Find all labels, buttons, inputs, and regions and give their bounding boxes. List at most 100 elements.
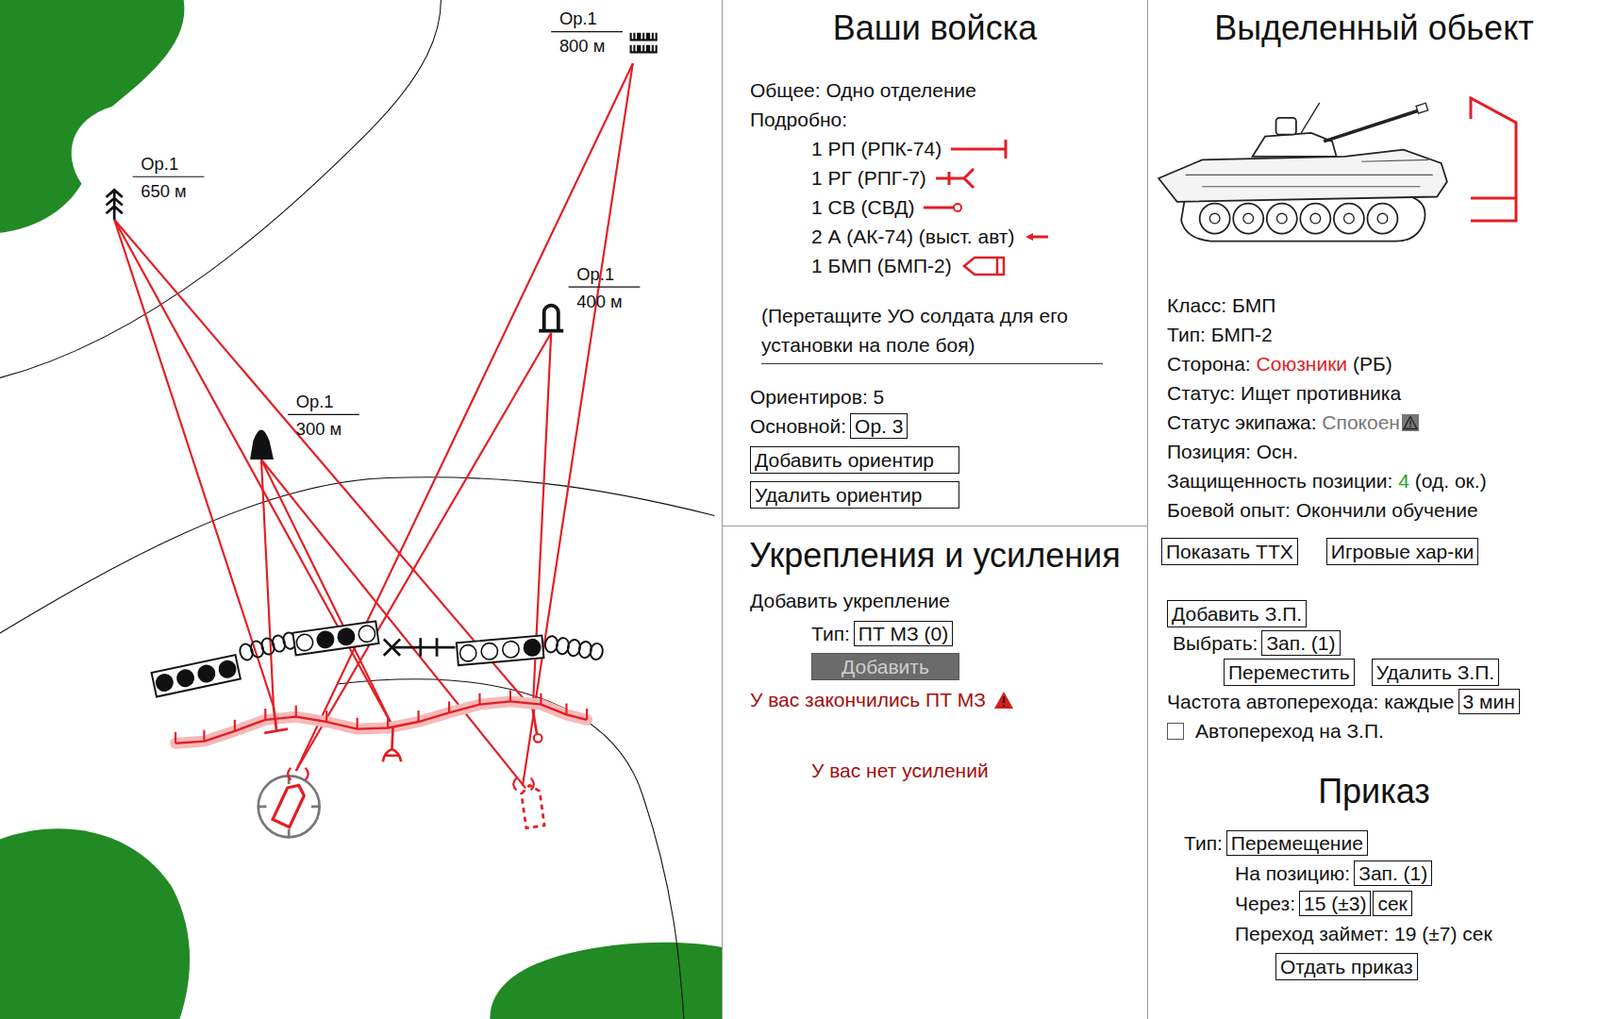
- battle-map[interactable]: Ор.1800 мОр.1650 мОр.1400 мОр.1300 м: [0, 0, 723, 1019]
- sight-line: [114, 219, 274, 707]
- landmark[interactable]: Ор.1400 м: [538, 264, 640, 332]
- info-row: Сторона:Союзники(РБ): [1166, 349, 1600, 379]
- landmark-label: Ор.1: [559, 8, 598, 29]
- fortification[interactable]: [456, 634, 545, 666]
- move-reserve-button[interactable]: Переместить: [1223, 658, 1355, 686]
- info-value: Осн.: [1256, 440, 1299, 464]
- sight-line: [261, 459, 274, 707]
- marsh-icon: [631, 33, 657, 53]
- minefield-icon[interactable]: [151, 654, 241, 697]
- tree-icon: [106, 188, 123, 219]
- fortification-type-row: Тип:ПТ МЗ (0): [722, 618, 1148, 649]
- object-button[interactable]: Показать ТТХ: [1161, 537, 1299, 566]
- info-label: Статус:: [1166, 382, 1235, 405]
- info-label: Тип:: [1166, 323, 1206, 347]
- label-divider: [287, 414, 360, 416]
- landmark[interactable]: Ор.1300 м: [250, 391, 360, 460]
- landmark-distance: 800 м: [559, 35, 605, 56]
- reserve-positions: Добавить З.П.Выбрать:Зап. (1)Переместить…: [1148, 599, 1600, 746]
- bmp-icon[interactable]: [961, 254, 1007, 278]
- fortification[interactable]: [544, 634, 604, 661]
- info-value: 4: [1398, 469, 1410, 493]
- fortification[interactable]: [238, 631, 299, 662]
- troop-item[interactable]: 1 РП (РПК-74): [811, 133, 1148, 164]
- order-type-select[interactable]: Перемещение: [1226, 830, 1368, 856]
- warning-icon: [993, 690, 1015, 710]
- vehicle-picture: [1148, 56, 1600, 291]
- grenadier-icon[interactable]: [935, 167, 976, 189]
- hedgehog-icon[interactable]: [383, 637, 456, 656]
- landmark[interactable]: Ор.1650 м: [106, 153, 205, 220]
- troop-item[interactable]: 1 СВ (СВД): [811, 192, 1148, 222]
- submit-order-button[interactable]: Отдать приказ: [1275, 952, 1418, 981]
- sniper-icon[interactable]: [923, 197, 964, 218]
- map-unit[interactable]: [258, 767, 320, 838]
- info-row: Боевой опыт:Окончили обучение: [1166, 495, 1600, 525]
- auto-switch-checkbox[interactable]: Автопереход на З.П.: [1166, 716, 1600, 746]
- object-button[interactable]: Игровые хар-ки: [1326, 537, 1479, 566]
- main-landmark-select[interactable]: Ор. 3: [850, 413, 908, 439]
- landmark-label: Ор.1: [296, 391, 334, 412]
- order-delay-input[interactable]: 15 (±3): [1299, 890, 1371, 917]
- info-row: Класс:БМП: [1166, 290, 1600, 320]
- grenadier-icon[interactable]: [383, 726, 401, 762]
- add-fortification-label: Добавить укрепление: [722, 585, 1148, 616]
- fortification[interactable]: [292, 620, 379, 655]
- info-row: Статус:Ищет противника: [1166, 378, 1600, 408]
- map-canvas[interactable]: Ор.1800 мОр.1650 мОр.1400 мОр.1300 м: [0, 0, 723, 1019]
- info-value: Спокоен: [1321, 411, 1400, 434]
- landmark-distance: 400 м: [576, 291, 622, 312]
- barbed-wire-icon[interactable]: [544, 634, 604, 661]
- minefield-icon[interactable]: [456, 634, 545, 666]
- landmark-button[interactable]: Удалить ориентир: [750, 481, 960, 509]
- bmp-symbol-icon: [1465, 92, 1522, 227]
- middle-column: Ваши войскаОбщее: Одно отделениеПодробно…: [722, 0, 1149, 1019]
- no-reinforcements: У вас нет усилений: [722, 755, 1148, 785]
- sight-line: [261, 459, 394, 727]
- troops-summary: Общее: Одно отделение: [722, 75, 1148, 105]
- map-unit[interactable]: [264, 706, 288, 734]
- fortification[interactable]: [151, 654, 241, 697]
- info-value: Союзники: [1256, 352, 1348, 376]
- order-position-row: На позицию:Зап. (1): [1148, 858, 1600, 888]
- forest-area: [489, 942, 723, 1019]
- add-reserve-button[interactable]: Добавить З.П.: [1166, 600, 1307, 628]
- sniper-icon[interactable]: [533, 709, 543, 743]
- order-position-select[interactable]: Зап. (1): [1353, 860, 1433, 886]
- reserve-select[interactable]: Зап. (1): [1261, 630, 1340, 656]
- troop-item[interactable]: 2 А (АК-74) (выст. авт): [811, 221, 1148, 251]
- rifleman-icon[interactable]: [1023, 226, 1050, 248]
- checkbox-box[interactable]: [1166, 722, 1184, 740]
- landmark-label: Ор.1: [140, 153, 179, 174]
- add-fortification-button[interactable]: Добавить: [811, 652, 960, 681]
- troop-item[interactable]: 1 РГ (РПГ-7): [811, 163, 1148, 193]
- object-info: Класс:БМПТип:БМП-2Сторона:Союзники(РБ)Ст…: [1148, 290, 1600, 525]
- map-unit[interactable]: [513, 778, 545, 829]
- barbed-wire-icon[interactable]: [238, 631, 299, 662]
- map-unit[interactable]: [533, 709, 543, 743]
- machine-gunner-icon[interactable]: [264, 706, 288, 734]
- troop-label: 2 А (АК-74) (выст. авт): [811, 225, 1015, 249]
- order-delay-row: Через:15 (±3)сек: [1148, 888, 1600, 918]
- landmark[interactable]: Ор.1 800 м: [550, 8, 656, 56]
- info-label: Защищенность позиции:: [1166, 469, 1393, 493]
- mound-icon: [250, 430, 274, 460]
- map-unit[interactable]: [383, 726, 401, 762]
- auto-frequency-select[interactable]: 3 мин: [1458, 688, 1520, 715]
- info-label: Боевой опыт:: [1166, 499, 1291, 522]
- fortification-type-select[interactable]: ПТ МЗ (0): [853, 620, 953, 647]
- troop-item[interactable]: 1 БМП (БМП-2): [811, 250, 1148, 281]
- order-delay-unit[interactable]: сек: [1372, 890, 1412, 917]
- machine-gunner-icon[interactable]: [950, 138, 1010, 160]
- fortification[interactable]: [383, 637, 456, 656]
- delete-reserve-button[interactable]: Удалить З.П.: [1371, 658, 1500, 686]
- minefield-icon[interactable]: [292, 620, 379, 655]
- landmark-button[interactable]: Добавить ориентир: [750, 446, 960, 474]
- bmp-reserve-icon[interactable]: [513, 778, 545, 829]
- bmp-icon[interactable]: [272, 767, 309, 828]
- info-value: БМП-2: [1211, 323, 1273, 347]
- troops-title: Ваши войска: [722, 0, 1148, 57]
- selected-object-panel: Выделенный обьектКласс:БМПТип:БМП-2Сторо…: [1148, 0, 1600, 1019]
- object-buttons: Показать ТТХ Игровые хар-ки: [1148, 537, 1600, 566]
- warning-text: У вас закончились ПТ МЗ: [750, 688, 986, 712]
